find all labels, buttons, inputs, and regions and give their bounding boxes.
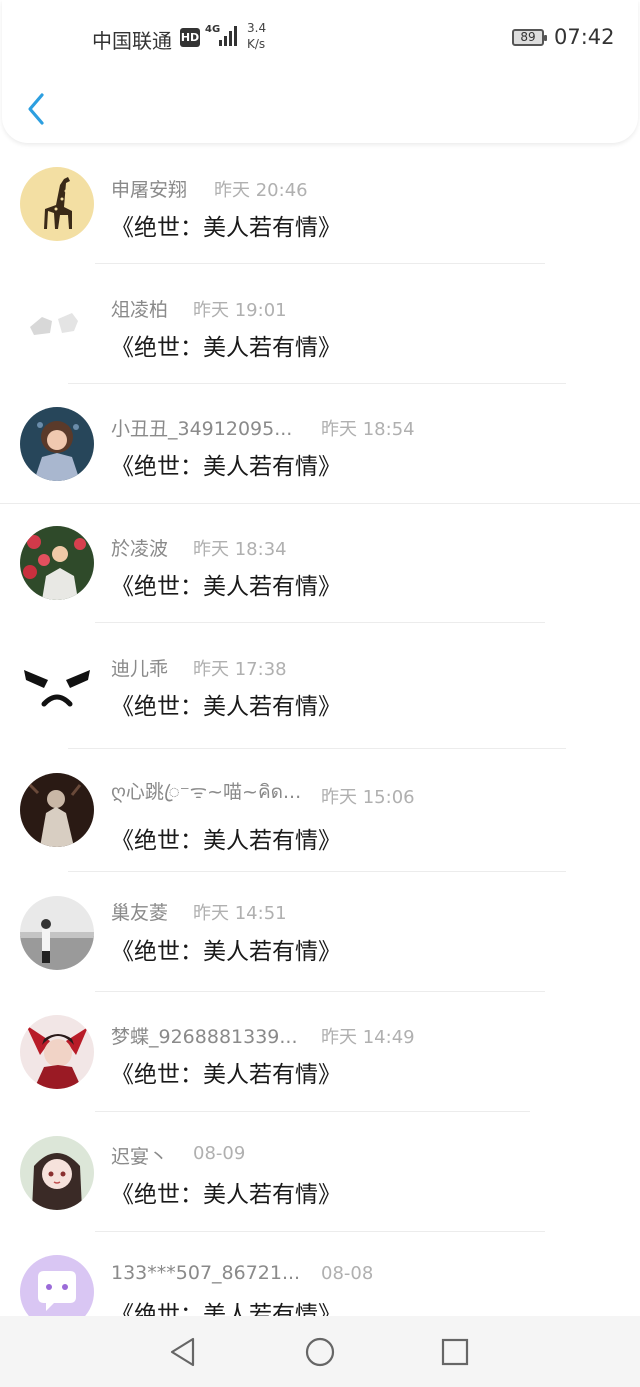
carrier-name: 中国联通 [92, 29, 172, 53]
girl-portrait-avatar-icon [20, 407, 94, 481]
dark-figure-avatar-icon [20, 773, 94, 847]
commenter-name[interactable]: 133***507_86721... [111, 1262, 300, 1284]
nav-back-button[interactable] [166, 1334, 202, 1370]
divider [68, 748, 566, 749]
list-item[interactable]: ღ心跳ꦿ⁻ᯤ~喵~คิด... 昨天 15:06 《绝世：美人若有情》 [0, 750, 640, 873]
clock: 07:42 [554, 25, 615, 49]
comment-message[interactable]: 《绝世：美人若有情》 [111, 447, 341, 481]
comment-message[interactable]: 《绝世：美人若有情》 [111, 821, 341, 855]
comment-message[interactable]: 《绝世：美人若有情》 [111, 1055, 341, 1089]
network-speed-value: 3.4 [247, 21, 267, 35]
battery-level: 89 [520, 30, 536, 44]
list-item[interactable]: 於凌波 昨天 18:34 《绝世：美人若有情》 [0, 504, 640, 624]
comment-time: 昨天 20:46 [214, 180, 308, 201]
comment-message[interactable]: 《绝世：美人若有情》 [111, 687, 341, 721]
triangle-back-icon [170, 1337, 195, 1367]
divider [68, 383, 566, 384]
commenter-name[interactable]: 迟宴丶 [111, 1142, 168, 1169]
comment-time: 昨天 19:01 [193, 300, 287, 321]
nav-recents-button[interactable] [437, 1334, 473, 1370]
blank-avatar-icon [20, 287, 94, 361]
list-item[interactable]: 俎凌柏 昨天 19:01 《绝世：美人若有情》 [0, 265, 640, 385]
list-item[interactable]: 小丑丑_34912095... 昨天 18:54 《绝世：美人若有情》 [0, 385, 640, 504]
comment-time: 昨天 18:54 [321, 419, 415, 440]
chevron-left-icon [28, 93, 44, 125]
avatar[interactable] [20, 407, 94, 481]
avatar[interactable] [20, 896, 94, 970]
commenter-name[interactable]: 迪儿乖 [111, 654, 168, 681]
status-bar: 中国联通 HD 4G 3.4 K/s 89 07:42 [2, 0, 638, 76]
comment-time: 昨天 14:49 [321, 1027, 415, 1048]
commenter-name[interactable]: 梦蝶_9268881339... [111, 1022, 298, 1049]
commenter-name[interactable]: ღ心跳ꦿ⁻ᯤ~喵~คิด... [111, 777, 301, 816]
comment-message[interactable]: 《绝世：美人若有情》 [111, 932, 341, 966]
comment-message[interactable]: 《绝世：美人若有情》 [111, 208, 341, 242]
hd-badge: HD [180, 28, 200, 47]
avatar[interactable] [20, 287, 94, 361]
divider [95, 1111, 530, 1112]
angry-face-avatar-icon [20, 646, 94, 720]
commenter-name[interactable]: 巢友菱 [111, 898, 168, 925]
comment-message[interactable]: 《绝世：美人若有情》 [111, 567, 341, 601]
comment-message[interactable]: 《绝世：美人若有情》 [111, 328, 341, 362]
commenter-name[interactable]: 小丑丑_34912095... [111, 414, 292, 441]
back-button[interactable] [22, 90, 52, 128]
divider [95, 622, 545, 623]
comment-time: 昨天 17:38 [193, 659, 287, 680]
beach-person-avatar-icon [20, 896, 94, 970]
square-recents-icon [441, 1338, 469, 1366]
comment-message[interactable]: 《绝世：美人若有情》 [111, 1175, 341, 1209]
comment-time: 昨天 18:34 [193, 539, 287, 560]
list-item[interactable]: 迪儿乖 昨天 17:38 《绝世：美人若有情》 [0, 624, 640, 750]
comment-list: 申屠安翔 昨天 20:46 《绝世：美人若有情》 俎凌柏 昨天 19:01 《绝… [0, 145, 640, 1353]
list-item[interactable]: 迟宴丶 08-09 《绝世：美人若有情》 [0, 1113, 640, 1233]
battery-icon: 89 [512, 29, 547, 46]
divider [95, 263, 545, 264]
avatar[interactable] [20, 1136, 94, 1210]
giraffe-avatar-icon [20, 167, 94, 241]
circle-home-icon [305, 1337, 335, 1367]
commenter-name[interactable]: 俎凌柏 [111, 295, 168, 322]
list-item[interactable]: 申屠安翔 昨天 20:46 《绝世：美人若有情》 [0, 145, 640, 265]
commenter-name[interactable]: 於凌波 [111, 534, 168, 561]
avatar[interactable] [20, 1015, 94, 1089]
list-item[interactable]: 梦蝶_9268881339... 昨天 14:49 《绝世：美人若有情》 [0, 993, 640, 1113]
avatar[interactable] [20, 773, 94, 847]
divider [95, 1231, 545, 1232]
list-item[interactable]: 巢友菱 昨天 14:51 《绝世：美人若有情》 [0, 873, 640, 993]
comment-time: 昨天 15:06 [321, 787, 415, 808]
signal-icon [216, 26, 238, 46]
navigation-bar [0, 1316, 640, 1387]
nav-home-button[interactable] [302, 1334, 338, 1370]
divider [95, 991, 545, 992]
comment-time: 昨天 14:51 [193, 903, 287, 924]
comment-time: 08-09 [193, 1143, 246, 1164]
network-speed: 3.4 K/s [247, 20, 266, 52]
anime-girl-avatar-icon [20, 1136, 94, 1210]
avatar[interactable] [20, 167, 94, 241]
woman-flowers-avatar-icon [20, 526, 94, 600]
avatar[interactable] [20, 646, 94, 720]
avatar[interactable] [20, 526, 94, 600]
network-speed-unit: K/s [247, 37, 266, 51]
red-anime-avatar-icon [20, 1015, 94, 1089]
commenter-name[interactable]: 申屠安翔 [111, 175, 187, 202]
top-bar: 中国联通 HD 4G 3.4 K/s 89 07:42 [2, 0, 638, 143]
comment-time: 08-08 [321, 1263, 374, 1284]
divider [68, 871, 566, 872]
